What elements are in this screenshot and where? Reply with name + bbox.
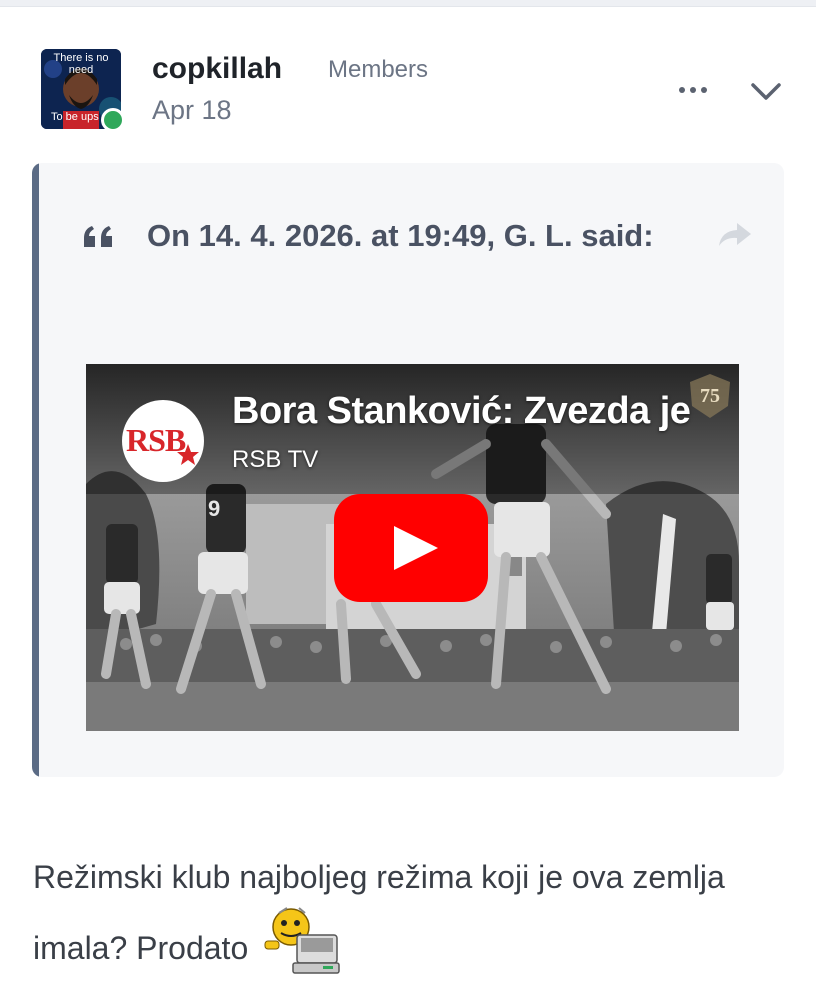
ellipsis-icon[interactable]	[676, 78, 710, 102]
youtube-play-icon[interactable]	[334, 494, 488, 602]
member-group: Members	[328, 56, 429, 83]
quote-mark-icon	[82, 225, 116, 249]
avatar-caption-top: There is no need	[53, 52, 109, 76]
chevron-down-icon[interactable]	[748, 78, 784, 106]
online-status-indicator	[101, 108, 125, 132]
share-arrow-icon[interactable]	[717, 221, 753, 249]
post-content: Režimski klub najboljeg režima koji je o…	[33, 850, 773, 976]
badge-text: 75	[700, 385, 720, 407]
video-channel-name[interactable]: RSB TV	[232, 446, 318, 474]
post-text: Režimski klub najboljeg režima koji je o…	[33, 859, 725, 966]
video-embed[interactable]: 9 75 RSB Bora Stanković: Zvezda je RSB T…	[86, 364, 739, 731]
quote-block: On 14. 4. 2026. at 19:49, G. L. said: 9 …	[32, 163, 784, 777]
author-name[interactable]: copkillah	[152, 52, 282, 86]
channel-logo[interactable]: RSB	[122, 400, 204, 482]
post-date[interactable]: Apr 18	[152, 95, 232, 126]
quote-accent-bar	[32, 163, 39, 777]
anniversary-badge: 75	[684, 370, 736, 420]
top-divider	[0, 0, 816, 7]
video-title[interactable]: Bora Stanković: Zvezda je	[232, 390, 691, 433]
computer-smiley-icon	[259, 905, 341, 975]
quote-citation: On 14. 4. 2026. at 19:49, G. L. said:	[147, 218, 654, 253]
svg-text:9: 9	[208, 496, 220, 521]
